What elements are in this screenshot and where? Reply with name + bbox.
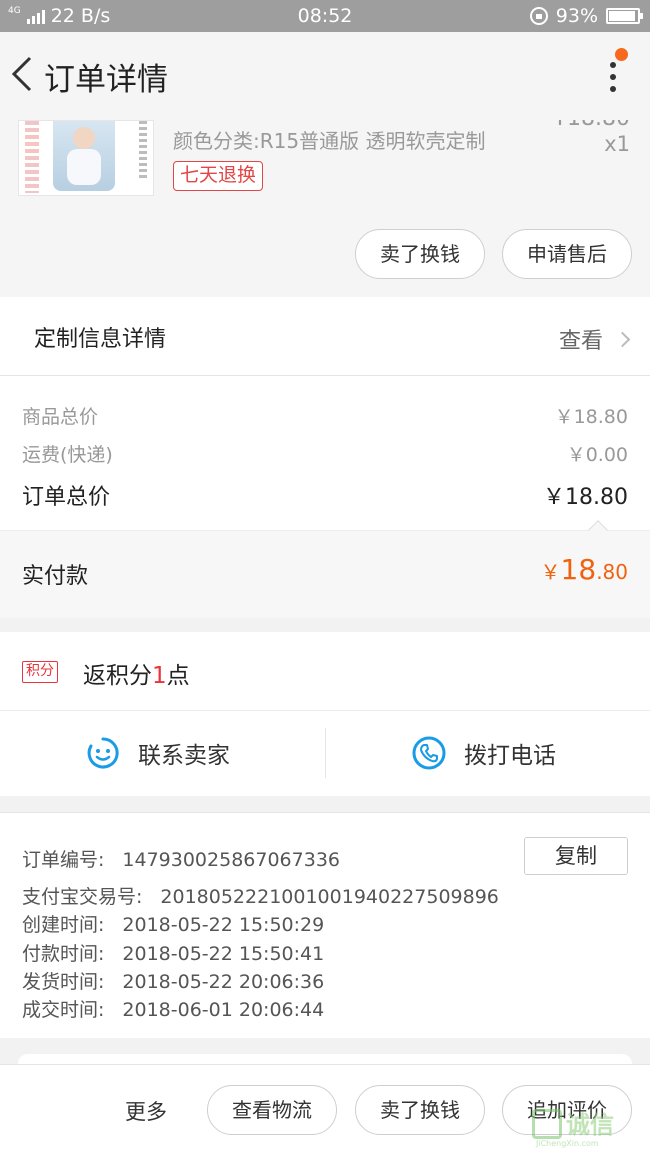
- paid-time-value: 2018-05-22 15:50:41: [122, 943, 325, 965]
- call-phone-label: 拨打电话: [464, 743, 556, 769]
- product-price: ¥18.80: [553, 120, 630, 131]
- view-custom-info-link[interactable]: 查看: [558, 323, 631, 355]
- contact-seller-label: 联系卖家: [138, 743, 230, 769]
- contact-seller-button[interactable]: 联系卖家: [86, 710, 230, 796]
- phone-icon: [412, 736, 446, 770]
- more-button[interactable]: 更多: [125, 1096, 167, 1126]
- completed-time-row: 成交时间: 2018-06-01 20:06:44: [22, 995, 324, 1022]
- product-variant: 颜色分类:R15普通版 透明软壳定制: [173, 129, 486, 153]
- goods-total-label: 商品总价: [22, 406, 99, 428]
- shipping-label: 运费(快递): [22, 444, 113, 466]
- product-thumbnail[interactable]: [18, 120, 154, 196]
- chevron-right-icon: [614, 331, 631, 347]
- price-summary: 商品总价 ￥18.80 运费(快递) ￥0.00 订单总价 ￥18.80 实付款…: [0, 375, 650, 618]
- seven-day-return-badge: 七天退换: [173, 161, 264, 191]
- completed-time-label: 成交时间:: [22, 999, 105, 1021]
- chat-icon: [87, 737, 119, 769]
- created-time-row: 创建时间: 2018-05-22 15:50:29: [22, 910, 324, 937]
- watermark-logo-icon: [532, 1109, 562, 1139]
- product-card[interactable]: ¥18.80 颜色分类:R15普通版 透明软壳定制 x1 七天退换 卖了换钱 申…: [0, 120, 650, 297]
- rotation-lock-icon: [529, 7, 548, 25]
- paid-amount-row: 实付款 ￥18.80: [0, 520, 650, 618]
- goods-total-value: ￥18.80: [554, 406, 628, 428]
- site-watermark: 诚信 JiChengXin.com: [532, 1105, 644, 1148]
- shipping-value: ￥0.00: [566, 444, 628, 466]
- apply-aftersale-button[interactable]: 申请售后: [502, 229, 632, 279]
- nav-bar: 订单详情: [0, 32, 650, 120]
- order-total-value: ￥18.80: [543, 485, 628, 510]
- view-logistics-button[interactable]: 查看物流: [207, 1085, 337, 1135]
- bottom-action-bar: 更多 查看物流 卖了换钱 追加评价 诚信 JiChengXin.com: [0, 1064, 650, 1155]
- notification-dot: [615, 48, 628, 61]
- alipay-number-value: 2018052221001001940227509896: [160, 886, 499, 908]
- more-menu-icon[interactable]: [606, 58, 620, 98]
- paid-label: 实付款: [22, 564, 89, 589]
- created-time-value: 2018-05-22 15:50:29: [122, 914, 325, 936]
- back-arrow-icon: [11, 56, 32, 92]
- created-time-label: 创建时间:: [22, 914, 105, 936]
- order-info-section: 订单编号: 147930025867067336 复制 支付宝交易号: 201805…: [0, 812, 650, 1038]
- custom-info-label: 定制信息详情: [34, 327, 167, 352]
- alipay-number-row: 支付宝交易号: 2018052221001001940227509896: [22, 882, 499, 909]
- order-total-label: 订单总价: [22, 485, 111, 510]
- call-phone-button[interactable]: 拨打电话: [412, 710, 556, 796]
- order-number-label: 订单编号:: [22, 849, 105, 871]
- sell-for-cash-bottom-button[interactable]: 卖了换钱: [355, 1085, 485, 1135]
- battery-percent: 93%: [555, 5, 598, 27]
- custom-info-row[interactable]: 定制信息详情 查看: [0, 297, 650, 375]
- paid-amount: ￥18.80: [540, 553, 628, 586]
- view-label: 查看: [558, 329, 603, 354]
- order-number-value: 147930025867067336: [122, 849, 340, 871]
- completed-time-value: 2018-06-01 20:06:44: [122, 999, 325, 1021]
- order-number-row: 订单编号: 147930025867067336: [22, 845, 340, 872]
- back-button[interactable]: [8, 54, 36, 94]
- points-text: 返积分1点: [83, 663, 190, 689]
- shipped-time-value: 2018-05-22 20:06:36: [122, 971, 325, 993]
- status-bar: 4G 22 B/s 08:52 93%: [0, 0, 650, 32]
- alipay-number-label: 支付宝交易号:: [22, 886, 143, 908]
- battery-icon: [606, 8, 643, 24]
- copy-button[interactable]: 复制: [524, 837, 628, 875]
- sell-for-cash-button[interactable]: 卖了换钱: [355, 229, 485, 279]
- shipped-time-label: 发货时间:: [22, 971, 105, 993]
- paid-time-label: 付款时间:: [22, 943, 105, 965]
- shipped-time-row: 发货时间: 2018-05-22 20:06:36: [22, 967, 324, 994]
- points-tag: 积分: [22, 661, 58, 683]
- product-quantity: x1: [604, 132, 630, 156]
- points-contact-section: 积分 返积分1点 联系卖家 拨打电话: [0, 632, 650, 796]
- page-title: 订单详情: [44, 62, 168, 98]
- paid-time-row: 付款时间: 2018-05-22 15:50:41: [22, 939, 324, 966]
